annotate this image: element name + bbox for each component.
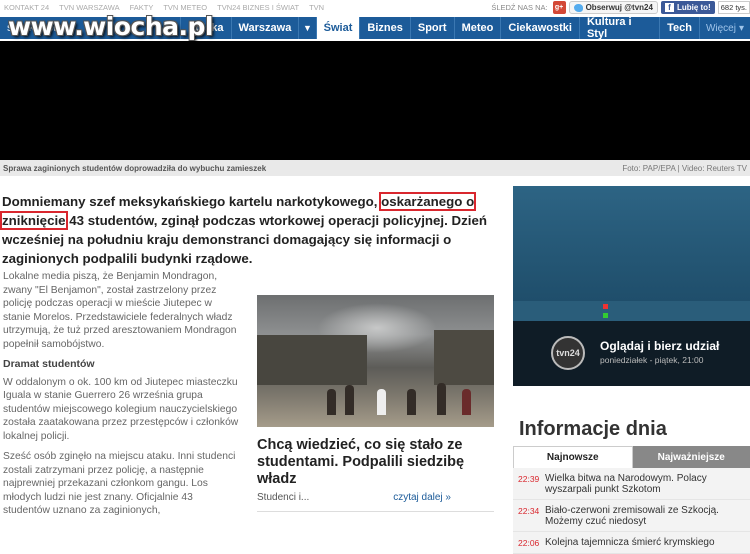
news-time: 22:39 xyxy=(518,474,540,495)
chevron-down-icon[interactable]: ▼ xyxy=(299,17,316,39)
facebook-count: 682 tys. xyxy=(718,1,750,14)
top-link[interactable]: FAKTY xyxy=(130,3,154,12)
ad-indicator-dots xyxy=(603,304,608,319)
news-item[interactable]: 22:34Biało-czerwoni zremisowali ze Szkoc… xyxy=(513,500,750,532)
news-text: Kolejna tajemnicza śmierć krymskiego xyxy=(540,537,715,549)
news-of-the-day: Informacje dnia Najnowsze Najważniejsze … xyxy=(513,418,750,554)
article-photo[interactable] xyxy=(257,295,494,427)
top-link[interactable]: TVN24 BIZNES I ŚWIAT xyxy=(217,3,299,12)
social-follow: ŚLEDŹ NAS NA: g+ Obserwuj @tvn24 fLubię … xyxy=(491,0,750,15)
facebook-like-button[interactable]: fLubię to! xyxy=(661,1,715,14)
lead-text: 43 studentów, zginął podczas wtorkowej o… xyxy=(2,213,487,266)
nav-item-kultura[interactable]: Kultura i Styl xyxy=(580,17,660,39)
related-article-card[interactable]: Chcą wiedzieć, co się stało ze studentam… xyxy=(257,295,494,512)
tab-najwazniejsze[interactable]: Najważniejsze xyxy=(633,446,750,468)
twitter-follow-button[interactable]: Obserwuj @tvn24 xyxy=(569,1,658,14)
video-player[interactable] xyxy=(0,41,750,160)
article-lead: Domniemany szef meksykańskiego kartelu n… xyxy=(2,192,498,268)
section-heading: Dramat studentów xyxy=(3,358,239,372)
news-item[interactable]: 22:39Wielka bitwa na Narodowym. Polacy w… xyxy=(513,468,750,500)
nav-item-sport[interactable]: Sport xyxy=(411,17,455,39)
tvn24-ad-banner[interactable]: tvn24 Oglądaj i bierz udział poniedziałe… xyxy=(513,186,750,386)
body-paragraph: Lokalne media piszą, że Benjamin Mondrag… xyxy=(3,270,239,351)
news-text: Biało-czerwoni zremisowali ze Szkocją. M… xyxy=(540,505,750,527)
facebook-label: Lubię to! xyxy=(677,3,711,12)
chevron-down-icon: ▾ xyxy=(739,23,744,34)
related-article-title[interactable]: Chcą wiedzieć, co się stało ze studentam… xyxy=(257,437,494,488)
nav-more-label: Więcej xyxy=(706,23,736,34)
body-paragraph: W oddalonym o ok. 100 km od Jiutepec mia… xyxy=(3,376,239,444)
top-link[interactable]: KONTAKT 24 xyxy=(4,3,49,12)
twitter-label: Obserwuj @tvn24 xyxy=(586,3,653,12)
nav-item-biznes[interactable]: Biznes xyxy=(360,17,410,39)
news-text: Wielka bitwa na Narodowym. Polacy wyszar… xyxy=(540,473,750,495)
facebook-icon: f xyxy=(665,3,674,12)
tab-najnowsze[interactable]: Najnowsze xyxy=(513,446,633,468)
section-title: Informacje dnia xyxy=(513,418,750,441)
twitter-bird-icon xyxy=(574,4,583,12)
nav-item-warszawa[interactable]: Warszawa xyxy=(232,17,300,39)
top-link[interactable]: TVN xyxy=(309,3,324,12)
article-body: Lokalne media piszą, że Benjamin Mondrag… xyxy=(3,270,239,525)
follow-label: ŚLEDŹ NAS NA: xyxy=(491,3,547,12)
ad-headline: Oglądaj i bierz udział xyxy=(600,339,719,353)
caption-credit: Foto: PAP/EPA | Video: Reuters TV xyxy=(622,164,747,173)
highlighted-text: zniknięcie xyxy=(2,213,66,228)
nav-item-ciekawostki[interactable]: Ciekawostki xyxy=(501,17,580,39)
tvn24-logo: tvn24 xyxy=(551,336,585,370)
related-article-snippet: Studenci i... xyxy=(257,492,309,503)
read-more-link[interactable]: czytaj dalej » xyxy=(393,492,451,503)
nav-item-swiat[interactable]: Świat xyxy=(317,17,361,39)
video-caption: Sprawa zaginionych studentów doprowadził… xyxy=(0,160,750,176)
news-time: 22:06 xyxy=(518,538,540,549)
top-link[interactable]: TVN METEO xyxy=(163,3,207,12)
nav-item-tech[interactable]: Tech xyxy=(660,17,700,39)
highlighted-text: oskarżanego o xyxy=(381,194,474,209)
google-plus-icon[interactable]: g+ xyxy=(553,1,566,14)
caption-text: Sprawa zaginionych studentów doprowadził… xyxy=(3,164,266,173)
ad-schedule: poniedziałek - piątek, 21:00 xyxy=(600,355,704,365)
lead-text: Domniemany szef meksykańskiego kartelu n… xyxy=(2,194,381,209)
body-paragraph: Sześć osób zginęło na miejscu ataku. Inn… xyxy=(3,450,239,518)
news-item[interactable]: 22:06Kolejna tajemnicza śmierć krymskieg… xyxy=(513,532,750,554)
nav-more[interactable]: Więcej▾ xyxy=(700,17,750,39)
news-time: 22:34 xyxy=(518,506,540,527)
top-link[interactable]: TVN WARSZAWA xyxy=(59,3,119,12)
watermark-logo: www.wiocha.pl xyxy=(8,12,213,41)
nav-item-meteo[interactable]: Meteo xyxy=(455,17,502,39)
